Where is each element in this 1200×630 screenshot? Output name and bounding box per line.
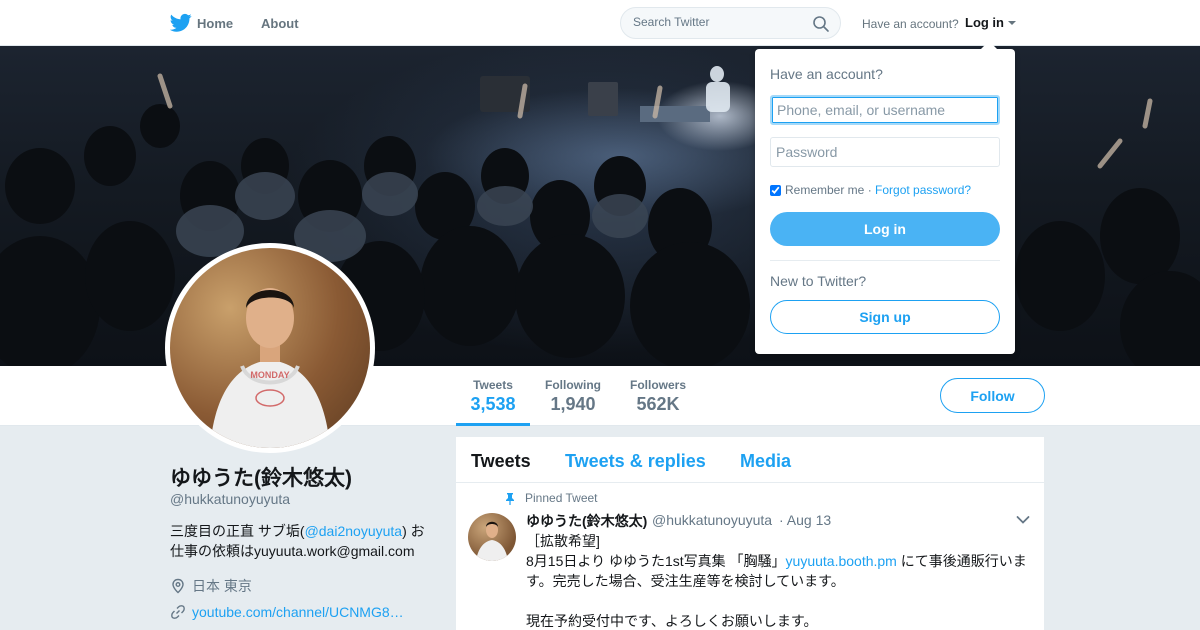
- top-navigation-bar: Home About Have an account? Log in: [0, 0, 1200, 46]
- stat-following-value: 1,940: [550, 394, 596, 414]
- remember-me-row: Remember me · Forgot password?: [770, 183, 971, 197]
- username-field[interactable]: [770, 95, 1000, 125]
- profile-person-graphic: MONDAY: [210, 288, 330, 448]
- stat-followers[interactable]: Followers 562K: [630, 378, 686, 415]
- have-account-text: Have an account?: [862, 17, 959, 31]
- tweet-avatar-graphic: [476, 521, 508, 561]
- tab-media[interactable]: Media: [740, 451, 791, 472]
- tweet-line-1: ［拡散希望]: [526, 533, 600, 549]
- nav-home-link[interactable]: Home: [197, 16, 233, 31]
- tweet-author-handle[interactable]: @hukkatunoyuyuta: [652, 512, 772, 528]
- profile-location-text: 日本 東京: [192, 578, 252, 594]
- stat-followers-label: Followers: [630, 378, 687, 392]
- tweet-booth-link[interactable]: yuyuuta.booth.pm: [786, 553, 897, 569]
- remember-me-checkbox[interactable]: [770, 185, 781, 196]
- active-stat-underline: [456, 423, 530, 426]
- stat-following[interactable]: Following 1,940: [545, 378, 601, 415]
- stat-tweets-label: Tweets: [473, 378, 513, 392]
- search-input[interactable]: [633, 15, 803, 29]
- stat-followers-value: 562K: [636, 394, 680, 414]
- caret-down-icon[interactable]: [1008, 21, 1016, 25]
- profile-website-text[interactable]: youtube.com/channel/UCNMG8…: [192, 604, 404, 620]
- tab-tweets[interactable]: Tweets: [471, 451, 531, 472]
- bio-mention-link[interactable]: @dai2noyuyuta: [305, 523, 403, 539]
- link-icon: [171, 605, 185, 619]
- tab-tweets-replies[interactable]: Tweets & replies: [565, 451, 706, 472]
- login-dropdown-title: Have an account?: [770, 66, 883, 82]
- dropdown-divider: [770, 260, 1000, 261]
- bio-prefix: 三度目の正直 サブ垢(: [170, 523, 305, 539]
- search-icon[interactable]: [812, 15, 830, 33]
- pin-icon: [506, 493, 514, 505]
- svg-text:MONDAY: MONDAY: [250, 370, 289, 380]
- remember-separator: ·: [864, 183, 876, 197]
- pinned-tweet-label: Pinned Tweet: [525, 491, 598, 505]
- profile-avatar[interactable]: MONDAY: [165, 243, 375, 453]
- profile-location: 日本 東京: [170, 576, 252, 596]
- stat-tweets[interactable]: Tweets 3,538: [470, 378, 516, 415]
- stat-following-label: Following: [545, 378, 601, 392]
- remember-me-label[interactable]: Remember me: [785, 183, 864, 197]
- login-button[interactable]: Log in: [770, 212, 1000, 246]
- chevron-down-icon[interactable]: [1016, 515, 1030, 525]
- forgot-password-link[interactable]: Forgot password?: [875, 183, 971, 197]
- profile-website[interactable]: youtube.com/channel/UCNMG8…: [170, 604, 404, 620]
- profile-handle[interactable]: @hukkatunoyuyuta: [170, 491, 290, 507]
- new-to-twitter-text: New to Twitter?: [770, 273, 867, 289]
- search-box: [620, 7, 841, 39]
- timeline: Tweets Tweets & replies Media Pinned Twe…: [456, 437, 1044, 630]
- profile-bio: 三度目の正直 サブ垢(@dai2noyuyuta) お仕事の依頼はyuyuuta…: [170, 521, 435, 561]
- tweet-line-2: 8月15日より ゆゆうた1st写真集 「胸騒」yuyuuta.booth.pm …: [526, 551, 1034, 591]
- location-pin-icon: [172, 578, 184, 594]
- profile-name: ゆゆうた(鈴木悠太): [170, 467, 352, 490]
- timeline-tabs: Tweets Tweets & replies Media: [456, 437, 1044, 483]
- follow-button[interactable]: Follow: [940, 378, 1045, 413]
- login-menu-link[interactable]: Log in: [965, 15, 1004, 30]
- profile-photo: MONDAY: [170, 248, 370, 448]
- twitter-bird-icon[interactable]: [170, 13, 192, 33]
- signup-button[interactable]: Sign up: [770, 300, 1000, 334]
- tweet-author-name[interactable]: ゆゆうた(鈴木悠太): [526, 511, 647, 531]
- tweet-text: ［拡散希望] 8月15日より ゆゆうた1st写真集 「胸騒」yuyuuta.bo…: [526, 531, 1034, 630]
- nav-about-link[interactable]: About: [261, 16, 299, 31]
- login-dropdown: Have an account? Remember me · Forgot pa…: [755, 41, 1015, 354]
- stat-tweets-value: 3,538: [470, 394, 516, 414]
- password-field[interactable]: [770, 137, 1000, 167]
- tweet-date[interactable]: · Aug 13: [779, 512, 831, 528]
- tweet-line-2-prefix: 8月15日より ゆゆうた1st写真集 「胸騒」: [526, 553, 786, 569]
- tweet-line-3: 現在予約受付中です、よろしくお願いします。: [526, 613, 818, 629]
- tweet-author-avatar[interactable]: [468, 513, 516, 561]
